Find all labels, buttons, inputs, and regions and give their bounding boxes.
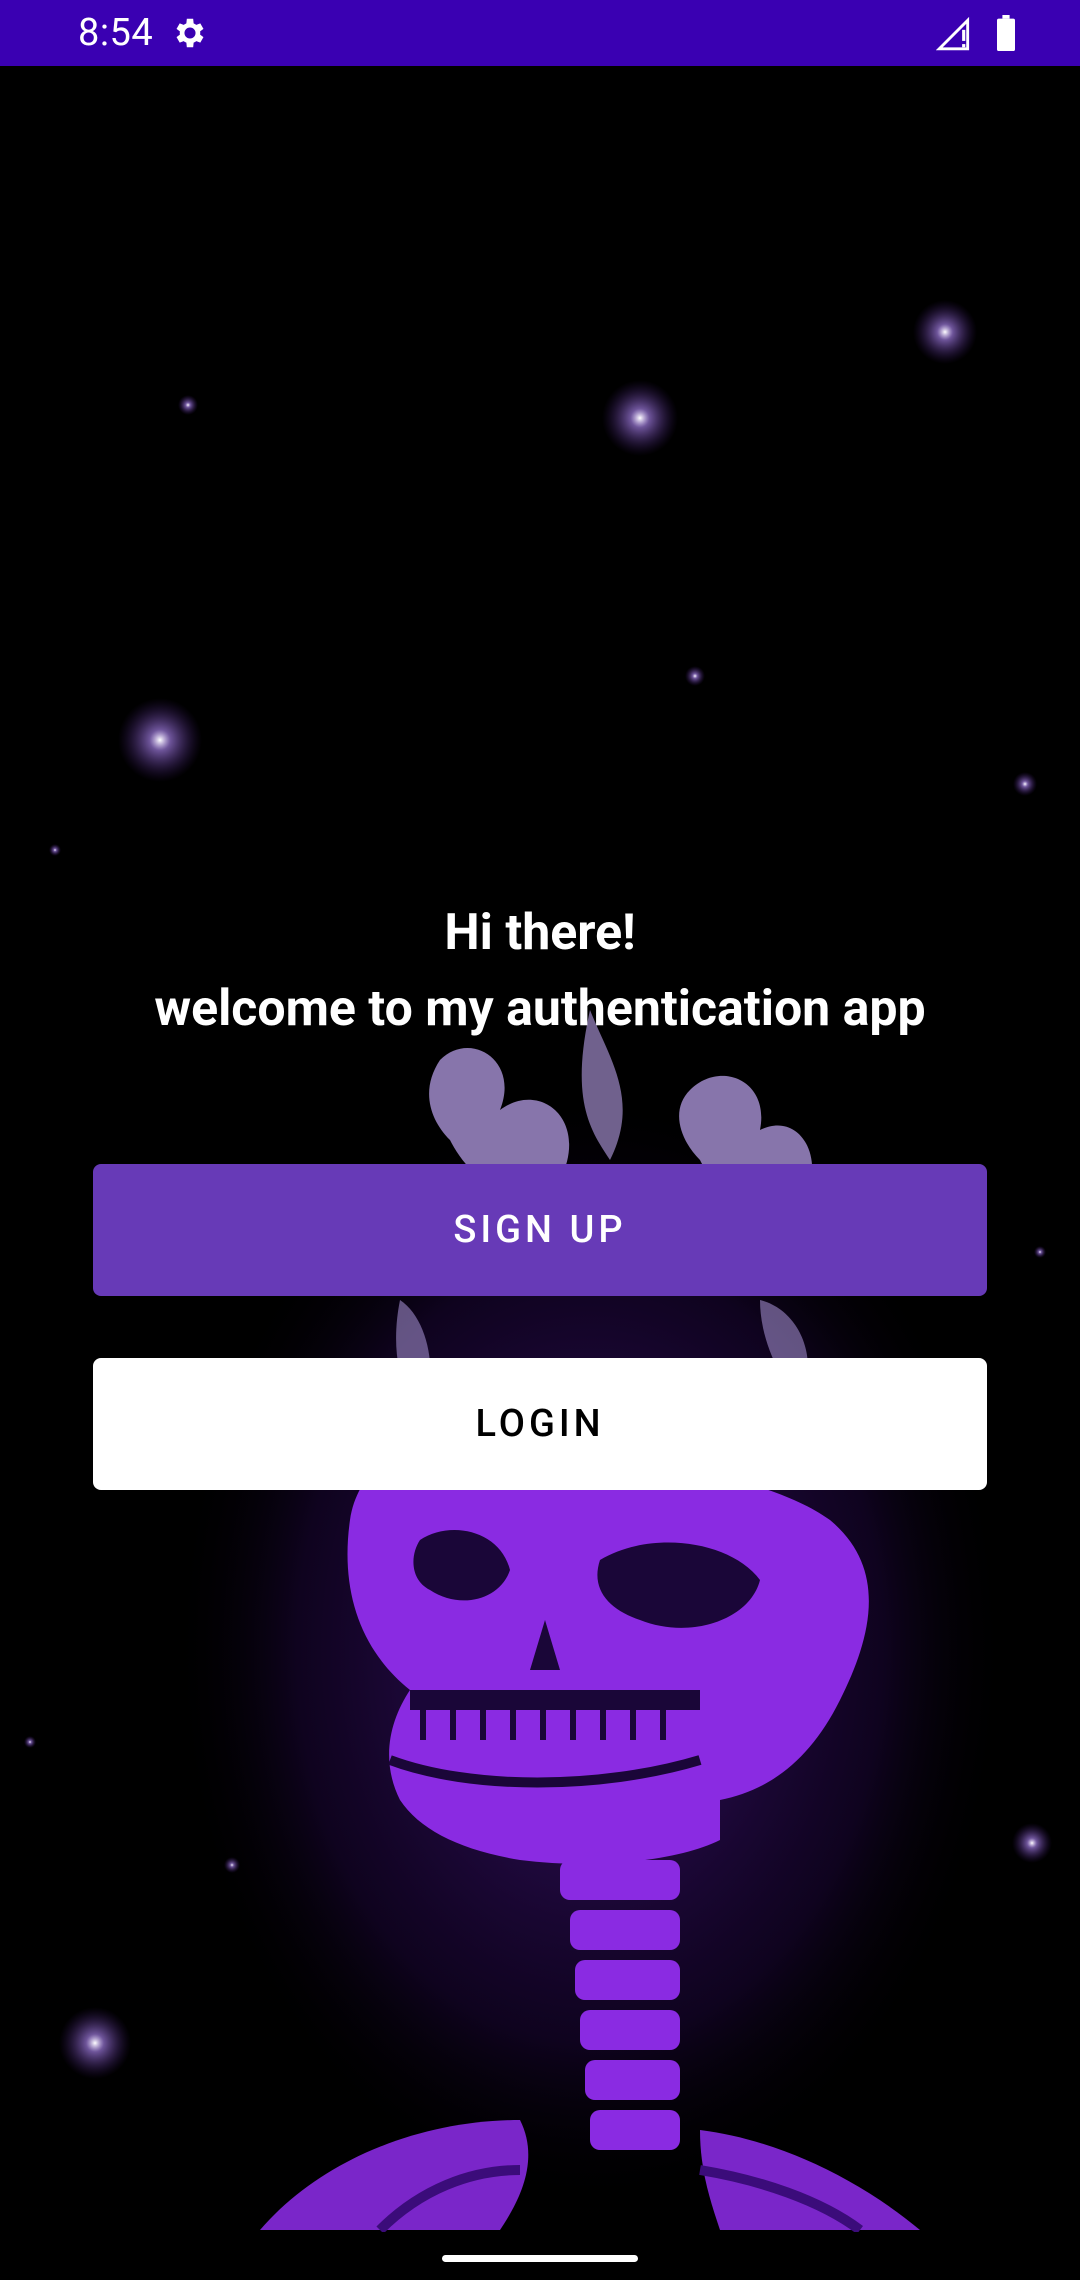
- status-bar: 8:54: [0, 0, 1080, 66]
- welcome-text: Hi there! welcome to my authentication a…: [0, 895, 1080, 1047]
- settings-icon: [176, 18, 204, 48]
- welcome-line-1: Hi there!: [444, 904, 636, 962]
- signal-icon: [936, 16, 970, 51]
- welcome-line-2: welcome to my authentication app: [154, 980, 926, 1038]
- status-right: [936, 14, 1018, 52]
- gesture-navigation-handle[interactable]: [442, 2255, 638, 2262]
- status-time: 8:54: [78, 11, 154, 55]
- screen: 8:54 Hi there! welcome to my authenticat…: [0, 0, 1080, 2280]
- sign-up-button[interactable]: SIGN UP: [93, 1164, 987, 1296]
- login-button[interactable]: LOGIN: [93, 1358, 987, 1490]
- status-left: 8:54: [78, 11, 209, 55]
- battery-icon: [997, 15, 1015, 51]
